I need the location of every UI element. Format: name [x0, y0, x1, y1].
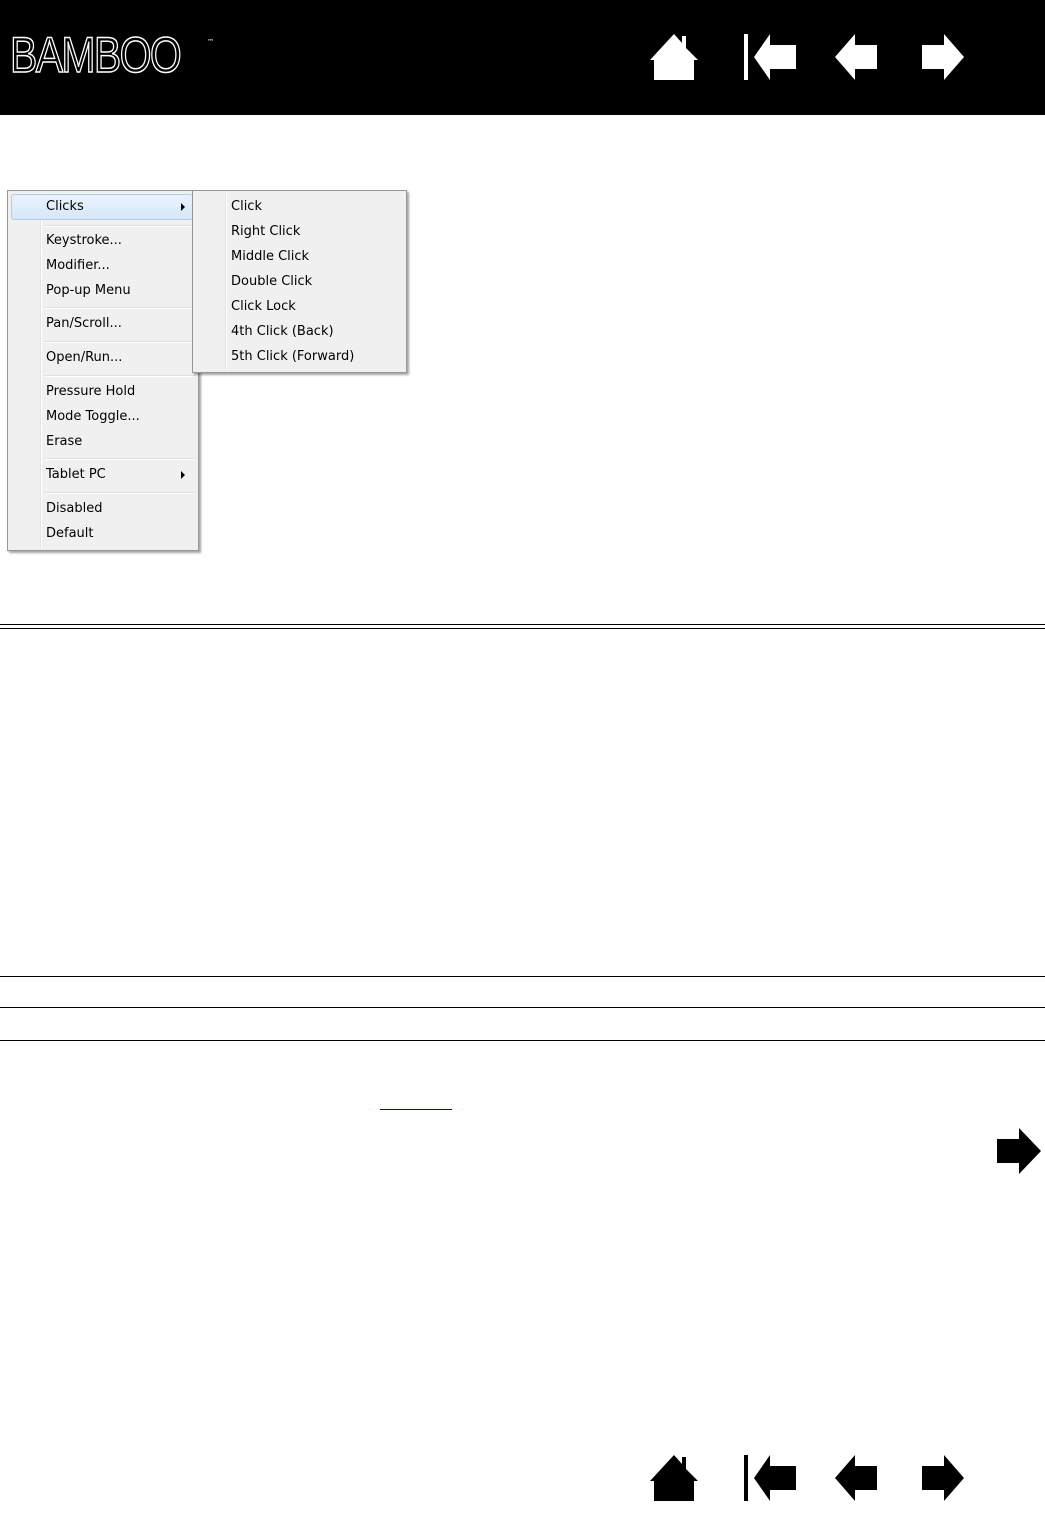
- footer-next-page-button[interactable]: [922, 1455, 964, 1501]
- hyperlink-underline[interactable]: [380, 1109, 452, 1110]
- footer-first-page-button[interactable]: [744, 1455, 796, 1501]
- menu-item-pan-scroll[interactable]: Pan/Scroll...: [46, 313, 122, 335]
- menu-item-clicks[interactable]: Clicks: [46, 196, 84, 218]
- next-page-icon: [922, 1455, 964, 1501]
- menu-highlight: [11, 194, 193, 220]
- first-page-icon: [744, 34, 796, 80]
- header-bar: BAMBOO ™: [0, 0, 1045, 115]
- bamboo-logo: BAMBOO: [9, 26, 182, 84]
- menu-item-disabled[interactable]: Disabled: [46, 498, 102, 520]
- submenu-item-click-lock[interactable]: Click Lock: [231, 296, 296, 318]
- footer-previous-page-button[interactable]: [835, 1455, 877, 1501]
- menu-item-default[interactable]: Default: [46, 523, 94, 545]
- continued-next-button[interactable]: [997, 1128, 1041, 1174]
- submenu-item-click[interactable]: Click: [231, 196, 262, 218]
- submenu-item-5th-click[interactable]: 5th Click (Forward): [231, 346, 354, 368]
- clicks-submenu: Click Right Click Middle Click Double Cl…: [192, 190, 407, 373]
- footer-home-button[interactable]: [650, 1455, 698, 1501]
- submenu-arrow-icon: [181, 471, 185, 479]
- previous-page-icon: [835, 1455, 877, 1501]
- previous-page-button[interactable]: [835, 34, 877, 80]
- submenu-item-4th-click[interactable]: 4th Click (Back): [231, 321, 334, 343]
- submenu-item-right-click[interactable]: Right Click: [231, 221, 300, 243]
- submenu-item-double-click[interactable]: Double Click: [231, 271, 312, 293]
- menu-item-modifier[interactable]: Modifier...: [46, 255, 110, 277]
- first-page-icon: [744, 1455, 796, 1501]
- divider-rule: [0, 624, 1045, 625]
- menu-item-pressure-hold[interactable]: Pressure Hold: [46, 381, 135, 403]
- home-button[interactable]: [650, 34, 698, 80]
- menu-item-erase[interactable]: Erase: [46, 431, 82, 453]
- next-page-button[interactable]: [922, 34, 964, 80]
- first-page-button[interactable]: [744, 34, 796, 80]
- table-rule: [0, 1040, 1045, 1041]
- menu-item-popup-menu[interactable]: Pop-up Menu: [46, 280, 131, 302]
- menu-item-open-run[interactable]: Open/Run...: [46, 347, 122, 369]
- table-rule: [0, 976, 1045, 977]
- next-page-icon: [997, 1128, 1041, 1174]
- menu-item-tablet-pc[interactable]: Tablet PC: [46, 464, 106, 486]
- divider-rule: [0, 628, 1045, 629]
- menu-item-mode-toggle[interactable]: Mode Toggle...: [46, 406, 140, 428]
- table-rule: [0, 1007, 1045, 1008]
- next-page-icon: [922, 34, 964, 80]
- home-icon: [650, 1455, 698, 1501]
- submenu-item-middle-click[interactable]: Middle Click: [231, 246, 309, 268]
- submenu-arrow-icon: [181, 203, 185, 211]
- context-menu: Clicks Keystroke... Modifier... Pop-up M…: [7, 190, 199, 551]
- home-icon: [650, 34, 698, 80]
- menu-item-keystroke[interactable]: Keystroke...: [46, 230, 122, 252]
- previous-page-icon: [835, 34, 877, 80]
- trademark-mark: ™: [207, 38, 214, 46]
